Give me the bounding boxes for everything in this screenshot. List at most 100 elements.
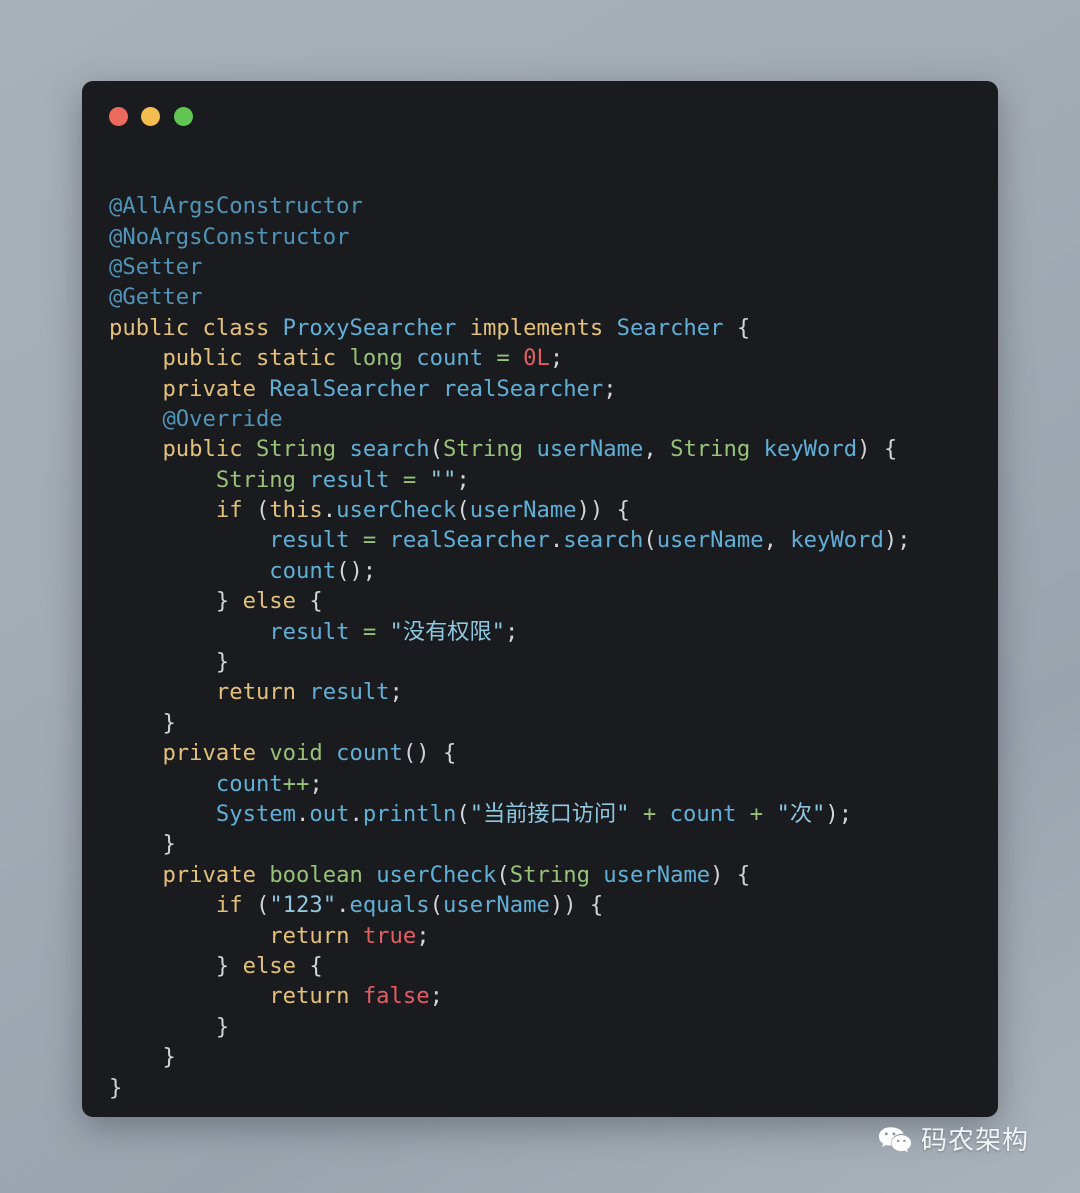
code-token-punct: ( — [429, 436, 443, 463]
code-token-kw: private — [162, 861, 256, 888]
code-token-id: realSearcher — [442, 375, 604, 402]
code-line: if (this.userCheck(userName)) { — [109, 495, 990, 525]
code-token-op: = — [362, 527, 377, 554]
code-token-kw: if — [215, 497, 243, 524]
code-token-op: + — [749, 801, 764, 827]
code-token-id: out — [309, 801, 350, 827]
code-token-punct: } — [215, 649, 230, 676]
code-token-punct: ( — [643, 527, 657, 554]
code-token-fn: userCheck — [336, 497, 457, 524]
code-token-num: 0L — [523, 345, 550, 372]
code-token-bool: true — [362, 922, 417, 949]
code-token-fn: count — [269, 557, 337, 584]
code-token-punct: ( — [242, 497, 270, 524]
code-line: @Override — [109, 404, 990, 434]
code-token-punct: . — [296, 801, 310, 827]
minimize-button[interactable] — [141, 107, 160, 126]
code-token-punct: { — [296, 588, 323, 615]
code-token-punct: ) { — [710, 861, 751, 888]
code-token-str: "" — [429, 466, 457, 493]
code-token-punct: ; — [456, 466, 470, 493]
code-line: } — [109, 708, 990, 738]
code-token-punct: } — [109, 1074, 123, 1101]
code-token-op: = — [362, 618, 377, 645]
code-token-kw: if — [215, 892, 243, 919]
code-token-kw: class — [202, 314, 270, 341]
wechat-icon — [878, 1126, 912, 1155]
watermark-label: 码农架构 — [921, 1125, 1030, 1156]
code-line: } — [109, 829, 990, 859]
code-token-kw: return — [269, 922, 350, 949]
code-token-id: userName — [656, 527, 764, 554]
code-token-kw: return — [269, 983, 350, 1010]
code-token-punct: . — [549, 527, 564, 554]
zoom-button[interactable] — [174, 107, 193, 126]
close-button[interactable] — [109, 107, 128, 126]
code-line: return result; — [109, 677, 990, 707]
code-token-punct: ; — [603, 375, 617, 402]
code-token-id: result — [269, 618, 350, 645]
code-line: private boolean userCheck(String userNam… — [109, 860, 990, 890]
code-token-punct: { — [723, 314, 751, 341]
code-token-type: String — [670, 436, 751, 463]
watermark: 码农架构 — [878, 1126, 1029, 1155]
code-token-cls: RealSearcher — [269, 375, 430, 402]
code-token-punct: )) { — [549, 892, 604, 919]
code-token-id: count — [669, 801, 737, 827]
code-editor-content[interactable]: @AllArgsConstructor @NoArgsConstructor @Se… — [109, 191, 990, 1100]
code-line: } else { — [109, 951, 990, 981]
code-token-punct: ; — [309, 770, 323, 797]
code-token-punct: ); — [825, 801, 853, 827]
code-token-fn: search — [563, 527, 644, 554]
code-token-type: void — [269, 740, 323, 767]
code-token-punct: { — [296, 952, 323, 979]
code-token-str: "123" — [269, 892, 337, 919]
code-line: public static long count = 0L; — [109, 343, 990, 373]
code-line: } — [109, 647, 990, 677]
code-token-punct: . — [336, 892, 350, 919]
code-token-type: String — [442, 436, 524, 463]
code-token-fn: println — [362, 801, 457, 827]
code-token-fn: equals — [349, 892, 430, 919]
code-token-id: keyWord — [763, 436, 858, 463]
code-token-punct: ; — [549, 345, 564, 372]
code-token-kw: public — [162, 345, 243, 372]
code-token-id: userName — [603, 861, 711, 888]
code-token-punct: } — [215, 588, 243, 615]
code-token-punct: () { — [402, 740, 457, 767]
code-token-kw: else — [242, 952, 297, 979]
code-line: } else { — [109, 586, 990, 616]
code-line: System.out.println("当前接口访问" + count + "次… — [109, 799, 990, 829]
code-token-punct: } — [215, 1013, 230, 1040]
code-token-type: String — [215, 466, 297, 493]
